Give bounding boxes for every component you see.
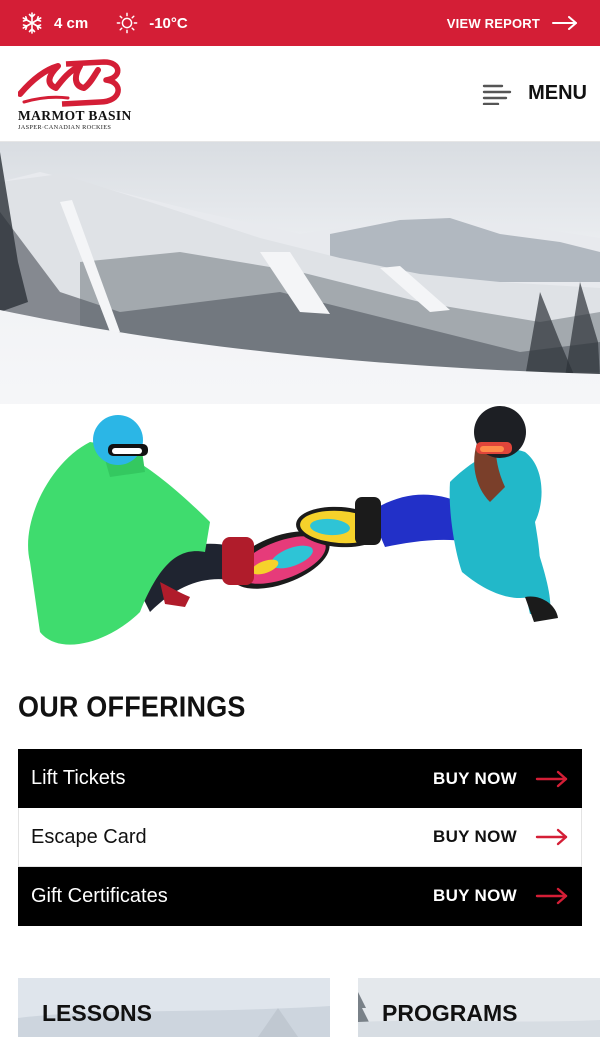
offer-label: Escape Card bbox=[31, 825, 147, 848]
brand-logo[interactable]: MARMOT BASIN JASPER·CANADIAN ROCKIES bbox=[18, 58, 131, 134]
brand-name: MARMOT BASIN bbox=[18, 108, 132, 123]
arrow-right-icon bbox=[535, 770, 568, 787]
marmot-basin-logo-icon bbox=[18, 59, 121, 107]
sun-icon bbox=[116, 12, 138, 34]
lessons-card-title: LESSONS bbox=[42, 1000, 152, 1026]
offer-gift-certificates[interactable]: Gift Certificates BUY NOW bbox=[18, 867, 582, 926]
menu-button[interactable]: MENU bbox=[482, 82, 587, 105]
hero-image bbox=[0, 142, 600, 670]
offerings-list: Lift Tickets BUY NOW Escape Card BUY NOW… bbox=[18, 749, 582, 926]
snow-depth-value: 4 cm bbox=[54, 14, 89, 32]
arrow-right-icon bbox=[535, 828, 568, 846]
offer-label: Gift Certificates bbox=[31, 884, 168, 907]
offerings-title: OUR OFFERINGS bbox=[18, 691, 246, 723]
programs-card-title: PROGRAMS bbox=[382, 1000, 518, 1026]
hamburger-icon bbox=[482, 84, 512, 105]
buy-now-button[interactable]: BUY NOW bbox=[433, 886, 517, 906]
view-report-label: VIEW REPORT bbox=[446, 15, 540, 31]
temperature-value: -10°C bbox=[149, 14, 188, 32]
arrow-right-icon bbox=[552, 16, 577, 30]
snowflake-icon bbox=[22, 12, 42, 34]
buy-now-button[interactable]: BUY NOW bbox=[433, 827, 517, 847]
offer-label: Lift Tickets bbox=[31, 767, 126, 789]
arrow-right-icon bbox=[535, 887, 568, 905]
temperature: -10°C bbox=[116, 12, 188, 34]
brand-tagline: JASPER·CANADIAN ROCKIES bbox=[18, 124, 112, 131]
conditions-bar: 4 cm -10°C VIEW REPORT bbox=[0, 0, 600, 46]
snowboarders-illustration bbox=[0, 142, 600, 670]
programs-card[interactable]: PROGRAMS bbox=[358, 978, 600, 1037]
snow-depth: 4 cm bbox=[20, 11, 88, 35]
site-header: MARMOT BASIN JASPER·CANADIAN ROCKIES MEN… bbox=[0, 46, 600, 142]
offer-escape-card[interactable]: Escape Card BUY NOW bbox=[18, 808, 582, 867]
menu-label: MENU bbox=[528, 82, 587, 104]
buy-now-button[interactable]: BUY NOW bbox=[433, 769, 517, 789]
offer-lift-tickets[interactable]: Lift Tickets BUY NOW bbox=[18, 749, 582, 808]
view-report-link[interactable]: VIEW REPORT bbox=[447, 16, 578, 31]
lessons-card[interactable]: LESSONS bbox=[18, 978, 330, 1037]
